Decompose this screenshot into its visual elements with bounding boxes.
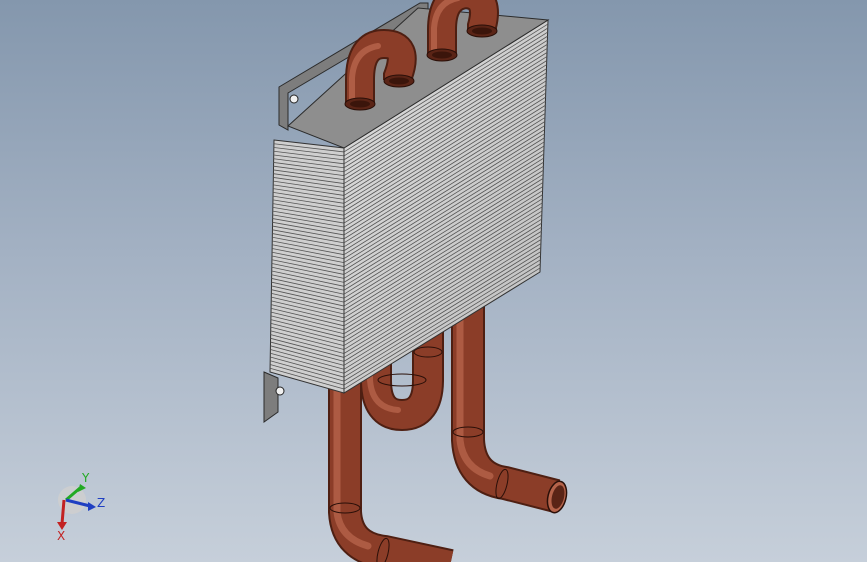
3d-viewport[interactable]: Y Z X (0, 0, 867, 562)
x-axis-line (60, 499, 66, 525)
z-axis-arrow (88, 502, 96, 511)
axis-triad[interactable]: Y Z X (40, 470, 120, 550)
y-axis-label: Y (81, 471, 90, 485)
heat-exchanger-model[interactable] (0, 0, 867, 562)
x-axis-label: X (57, 529, 65, 543)
outlet-pipe-right (451, 296, 568, 514)
bracket-hole-top (289, 94, 299, 104)
z-axis-label: Z (97, 496, 105, 510)
bracket-hole-bottom (275, 386, 285, 396)
mounting-bracket-bottom (263, 371, 279, 423)
